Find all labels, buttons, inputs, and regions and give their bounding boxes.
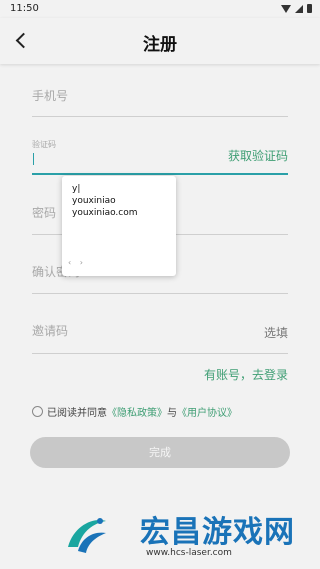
code-floating-label: 验证码	[32, 140, 56, 149]
wifi-icon	[281, 4, 291, 13]
suggestion-item[interactable]: youxiniao	[72, 196, 116, 206]
typed-text: y|	[72, 184, 81, 194]
watermark-url: www.hcs-laser.com	[146, 548, 232, 558]
invite-code-input[interactable]: 邀请码 选填	[32, 320, 288, 354]
agree-radio[interactable]	[32, 406, 43, 417]
dragon-logo-icon	[68, 518, 106, 553]
user-agreement-link[interactable]: 《用户协议》	[177, 404, 237, 419]
go-login-link[interactable]: 有账号，去登录	[204, 366, 288, 383]
invite-placeholder: 邀请码	[32, 324, 69, 338]
cellular-icon	[295, 4, 303, 13]
phone-input[interactable]: 手机号	[32, 84, 288, 117]
submit-button[interactable]: 完成	[30, 437, 290, 468]
invite-optional-hint: 选填	[263, 326, 288, 340]
agree-prefix: 已阅读并同意	[47, 408, 107, 419]
autofill-suggestions-popup: y| youxiniao youxiniao.com ‹ ›	[62, 176, 176, 276]
get-code-button[interactable]: 获取验证码	[228, 147, 288, 164]
status-time: 11:50	[10, 3, 39, 14]
popup-nav-arrows[interactable]: ‹ ›	[68, 258, 86, 267]
agreement-row: 已阅读并同意 《隐私政策》 与 《用户协议》	[32, 404, 237, 419]
status-bar: 11:50	[0, 0, 320, 18]
app-header: 注册	[0, 18, 320, 64]
verification-code-input[interactable]: 验证码 获取验证码	[32, 139, 288, 175]
text-caret	[33, 153, 34, 165]
status-icons	[281, 4, 312, 13]
password-placeholder: 密码	[32, 206, 57, 220]
privacy-policy-link[interactable]: 《隐私政策》	[107, 404, 167, 419]
suggestion-item[interactable]: youxiniao.com	[72, 208, 138, 218]
watermark: 宏昌游戏网 www.hcs-laser.com	[60, 505, 320, 565]
watermark-title: 宏昌游戏网	[140, 515, 295, 550]
phone-placeholder: 手机号	[32, 89, 69, 103]
page-title: 注册	[143, 35, 177, 55]
agree-and: 与	[167, 408, 177, 419]
battery-icon	[307, 4, 312, 13]
